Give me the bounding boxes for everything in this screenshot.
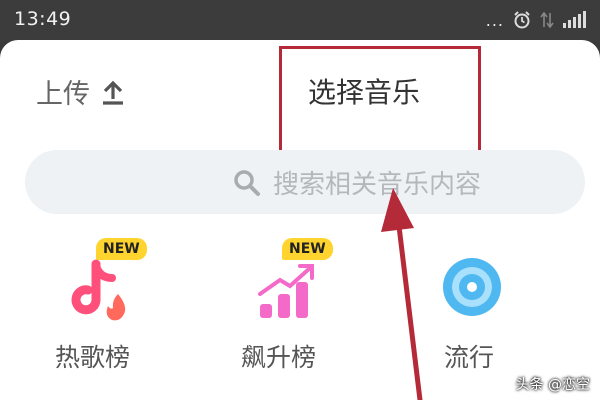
tiktok-fire-icon xyxy=(71,259,126,321)
category-rising[interactable]: NEW 飙升榜 xyxy=(236,234,346,374)
search-placeholder: 搜索相关音乐内容 xyxy=(273,170,482,200)
watermark: 头条 @恋空 xyxy=(515,377,590,393)
title-highlight-box xyxy=(279,46,481,156)
category-label: 流行 xyxy=(444,343,495,372)
upload-icon xyxy=(103,80,123,105)
new-badge: NEW xyxy=(96,238,147,260)
disc-icon xyxy=(443,258,501,316)
rising-chart-icon xyxy=(258,264,314,318)
status-icons: ... xyxy=(486,10,588,30)
more-dots: ... xyxy=(485,10,504,30)
search-icon xyxy=(234,170,260,196)
category-popular[interactable]: 流行 xyxy=(430,234,520,374)
data-transfer-icon xyxy=(540,11,554,29)
new-badge: NEW xyxy=(282,238,333,260)
alarm-icon xyxy=(514,11,530,29)
category-label: 热歌榜 xyxy=(55,343,131,372)
category-label: 飙升榜 xyxy=(241,343,317,372)
signal-icon xyxy=(563,11,586,28)
upload-label: 上传 xyxy=(36,79,90,110)
status-bar: 13:49 ... xyxy=(0,0,600,42)
category-hot-songs[interactable]: NEW 热歌榜 xyxy=(50,234,160,374)
upload-button[interactable]: 上传 xyxy=(36,72,126,111)
status-time: 13:49 xyxy=(14,8,72,30)
